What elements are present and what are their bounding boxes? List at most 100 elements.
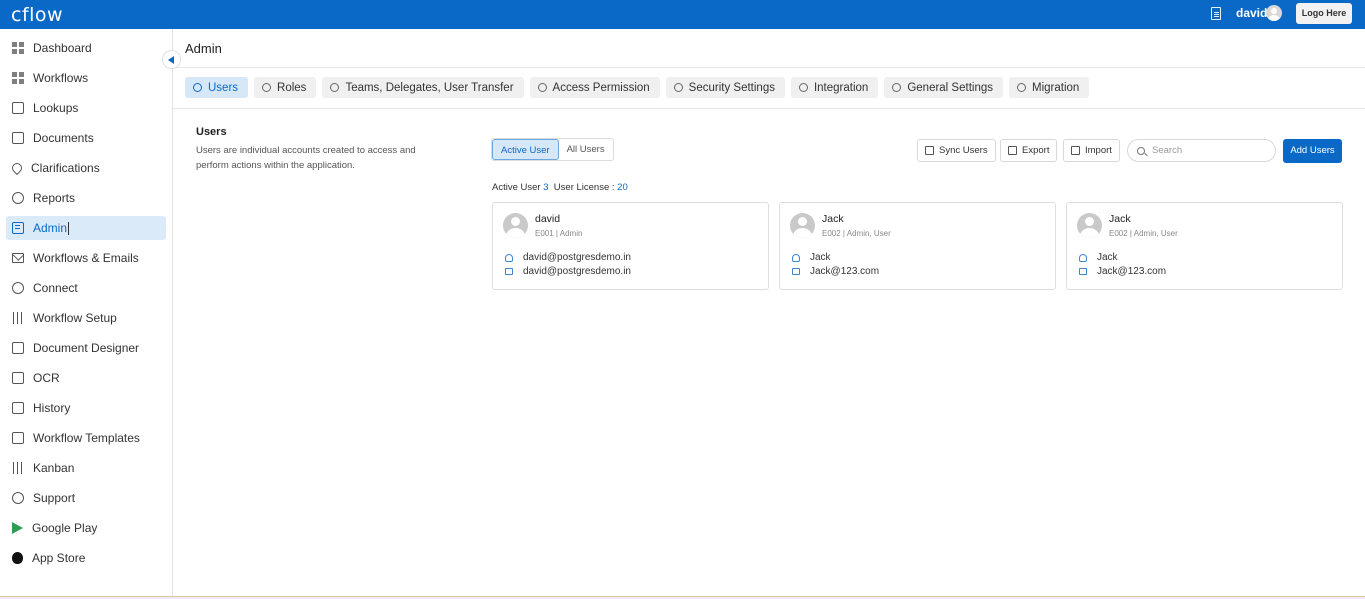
tab-label: Teams, Delegates, User Transfer — [345, 81, 514, 94]
cflow-logo[interactable]: cflow — [11, 4, 63, 26]
active-user-count: 3 — [543, 182, 549, 193]
email-text: david@postgresdemo.in — [523, 266, 631, 277]
page-title: Admin — [185, 41, 222, 56]
avatar — [790, 213, 815, 238]
email-text: Jack@123.com — [810, 266, 880, 277]
clarifications-icon — [9, 160, 25, 176]
sidebar-item-label: Workflows & Emails — [33, 251, 139, 265]
sidebar-item-label: Document Designer — [33, 341, 140, 355]
avatar[interactable] — [1266, 5, 1282, 21]
sidebar-nav: Dashboard Workflows Lookups Documents Cl… — [6, 36, 166, 576]
tab-integration[interactable]: Integration — [790, 77, 879, 98]
user-card-id-role: E001 | Admin — [535, 229, 583, 238]
active-user-toggle[interactable]: Active User — [492, 139, 559, 160]
logo-placeholder: Logo Here — [1296, 3, 1352, 24]
sidebar-item-google-play[interactable]: Google Play — [6, 516, 166, 540]
user-card-id-role: E002 | Admin, User — [1109, 229, 1178, 238]
sidebar-item-dashboard[interactable]: Dashboard — [6, 36, 166, 60]
access-icon — [537, 83, 547, 92]
sidebar-item-support[interactable]: Support — [6, 486, 166, 510]
tab-general-settings[interactable]: General Settings — [884, 77, 1003, 98]
sidebar-item-lookups[interactable]: Lookups — [6, 96, 166, 120]
support-icon — [12, 492, 24, 504]
user-card-username: Jack — [792, 252, 831, 263]
tab-label: Access Permission — [552, 81, 650, 94]
tab-roles[interactable]: Roles — [254, 77, 317, 98]
sidebar-item-history[interactable]: History — [6, 396, 166, 420]
user-counts: Active User 3 User License : 20 — [492, 182, 628, 193]
sidebar-item-connect[interactable]: Connect — [6, 276, 166, 300]
tab-label: Migration — [1032, 81, 1080, 94]
tab-security-settings[interactable]: Security Settings — [665, 77, 785, 98]
sidebar-item-label: Workflows — [33, 71, 89, 85]
user-card-email: Jack@123.com — [1079, 266, 1166, 277]
user-icon — [505, 253, 513, 262]
tab-teams[interactable]: Teams, Delegates, User Transfer — [322, 77, 524, 98]
connect-icon — [12, 282, 24, 294]
tab-users[interactable]: Users — [185, 77, 249, 98]
sidebar-item-label: Google Play — [32, 521, 98, 535]
sidebar-item-label: History — [33, 401, 71, 415]
import-button[interactable]: Import — [1063, 139, 1120, 162]
collapse-sidebar-button[interactable] — [162, 50, 181, 69]
tab-label: Users — [208, 81, 239, 94]
sidebar-item-workflow-setup[interactable]: Workflow Setup — [6, 306, 166, 330]
sidebar-item-document-designer[interactable]: Document Designer — [6, 336, 166, 360]
user-card-name: Jack — [822, 213, 844, 225]
tab-label: Integration — [813, 81, 869, 94]
search-input[interactable]: Search — [1127, 139, 1276, 162]
user-name[interactable]: david — [1236, 6, 1267, 20]
roles-icon — [262, 83, 272, 92]
all-users-toggle[interactable]: All Users — [559, 139, 613, 160]
user-card-email: david@postgresdemo.in — [505, 266, 631, 277]
sidebar-item-label: Admin — [33, 221, 68, 235]
sidebar-item-ocr[interactable]: OCR — [6, 366, 166, 390]
main-content: Admin Users Roles Teams, Delegates, User… — [173, 29, 1365, 599]
button-label: Export — [1022, 145, 1050, 156]
sidebar-item-app-store[interactable]: App Store — [6, 546, 166, 570]
sidebar-item-documents[interactable]: Documents — [6, 126, 166, 150]
search-icon — [1137, 146, 1145, 155]
section-description: Users are individual accounts created to… — [196, 145, 416, 171]
sidebar-item-label: Workflow Templates — [33, 431, 140, 445]
user-card[interactable]: david E001 | Admin david@postgresdemo.in… — [492, 202, 769, 290]
sidebar-item-label: Connect — [33, 281, 78, 295]
export-icon — [1008, 146, 1017, 155]
workflows-icon — [12, 72, 24, 84]
document-icon[interactable] — [1211, 7, 1221, 20]
user-card-username: david@postgresdemo.in — [505, 252, 631, 263]
button-label: Import — [1085, 145, 1112, 156]
import-icon — [1071, 146, 1080, 155]
sync-users-button[interactable]: Sync Users — [917, 139, 996, 162]
ocr-icon — [12, 372, 24, 384]
sidebar-item-kanban[interactable]: Kanban — [6, 456, 166, 480]
tab-migration[interactable]: Migration — [1009, 77, 1090, 98]
sync-icon — [925, 146, 934, 155]
divider — [173, 67, 1365, 68]
sidebar-item-label: Kanban — [33, 461, 75, 475]
dashboard-icon — [12, 42, 24, 54]
sidebar-item-workflows-emails[interactable]: Workflows & Emails — [6, 246, 166, 270]
top-bar: cflow david Logo Here — [0, 0, 1365, 29]
avatar — [1077, 213, 1102, 238]
add-users-button[interactable]: Add Users — [1283, 139, 1342, 163]
sidebar-item-reports[interactable]: Reports — [6, 186, 166, 210]
document-designer-icon — [12, 342, 24, 354]
tab-access-permission[interactable]: Access Permission — [529, 77, 660, 98]
gear-icon — [892, 83, 902, 92]
sidebar-item-admin[interactable]: Admin — [6, 216, 166, 240]
text-cursor — [68, 221, 70, 235]
export-button[interactable]: Export — [1000, 139, 1058, 162]
sidebar-item-label: Workflow Setup — [33, 311, 117, 325]
user-card-id-role: E002 | Admin, User — [822, 229, 891, 238]
lock-icon — [673, 83, 683, 92]
sidebar-item-clarifications[interactable]: Clarifications — [6, 156, 166, 180]
sidebar-item-label: OCR — [33, 371, 60, 385]
user-card[interactable]: Jack E002 | Admin, User Jack Jack@123.co… — [1066, 202, 1343, 290]
user-card[interactable]: Jack E002 | Admin, User Jack Jack@123.co… — [779, 202, 1056, 290]
sidebar-item-workflow-templates[interactable]: Workflow Templates — [6, 426, 166, 450]
sidebar-item-label: Dashboard — [33, 41, 92, 55]
history-icon — [12, 402, 24, 414]
sidebar-item-label: Support — [33, 491, 76, 505]
sidebar-item-workflows[interactable]: Workflows — [6, 66, 166, 90]
